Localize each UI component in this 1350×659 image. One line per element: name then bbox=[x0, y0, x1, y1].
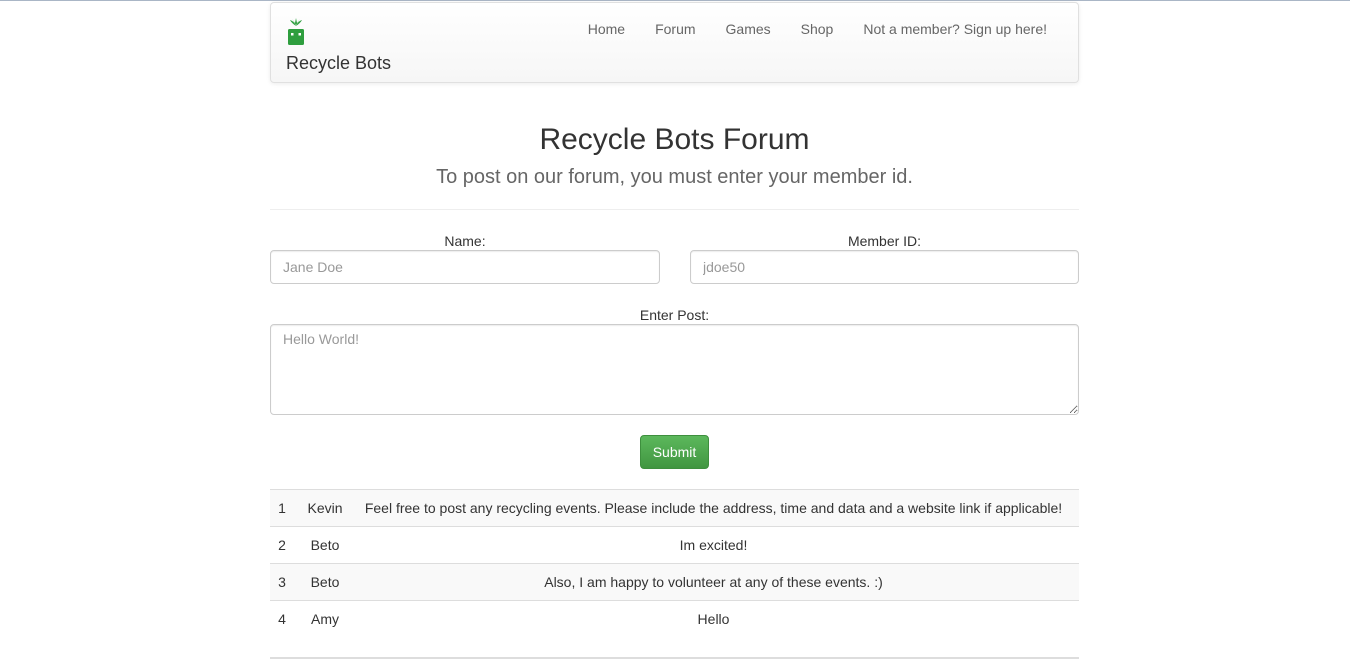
name-input[interactable] bbox=[270, 250, 660, 284]
recycle-bot-icon bbox=[286, 17, 306, 49]
page-title: Recycle Bots Forum bbox=[539, 123, 810, 156]
post-field-group: Enter Post: bbox=[270, 306, 1079, 415]
nav-games[interactable]: Games bbox=[711, 19, 786, 39]
navbar: Recycle Bots Home Forum Games Shop Not a… bbox=[270, 2, 1079, 83]
post-id: 4 bbox=[270, 600, 294, 638]
post-message: Hello bbox=[348, 600, 1079, 638]
main-nav: Home Forum Games Shop Not a member? Sign… bbox=[573, 19, 1062, 39]
submit-button[interactable]: Submit bbox=[640, 435, 709, 469]
member-id-field-group: Member ID: bbox=[690, 232, 1079, 284]
nav-forum[interactable]: Forum bbox=[640, 19, 710, 39]
table-row: 1 Kevin Feel free to post any recycling … bbox=[270, 489, 1079, 527]
header-divider bbox=[270, 209, 1079, 210]
post-id: 3 bbox=[270, 563, 294, 601]
nav-signup[interactable]: Not a member? Sign up here! bbox=[848, 19, 1062, 39]
post-textarea[interactable] bbox=[270, 324, 1079, 415]
post-author: Kevin bbox=[294, 489, 348, 527]
member-id-input[interactable] bbox=[690, 250, 1079, 284]
table-row: 3 Beto Also, I am happy to volunteer at … bbox=[270, 563, 1079, 601]
post-author: Beto bbox=[294, 526, 348, 564]
page-subtitle: To post on our forum, you must enter you… bbox=[436, 166, 913, 188]
post-id: 1 bbox=[270, 489, 294, 527]
name-field-group: Name: bbox=[270, 232, 660, 284]
post-author: Amy bbox=[294, 600, 348, 638]
table-row: 4 Amy Hello bbox=[270, 600, 1079, 638]
member-id-label: Member ID: bbox=[847, 233, 922, 249]
nav-home[interactable]: Home bbox=[573, 19, 640, 39]
post-id: 2 bbox=[270, 526, 294, 564]
posts-table: 1 Kevin Feel free to post any recycling … bbox=[270, 489, 1079, 638]
post-message: Also, I am happy to volunteer at any of … bbox=[348, 563, 1079, 601]
name-label: Name: bbox=[444, 233, 486, 249]
table-row: 2 Beto Im excited! bbox=[270, 526, 1079, 564]
post-label: Enter Post: bbox=[639, 307, 710, 323]
nav-shop[interactable]: Shop bbox=[786, 19, 849, 39]
post-author: Beto bbox=[294, 563, 348, 601]
brand-name: Recycle Bots bbox=[286, 53, 392, 73]
post-message: Im excited! bbox=[348, 526, 1079, 564]
post-message: Feel free to post any recycling events. … bbox=[348, 489, 1079, 527]
